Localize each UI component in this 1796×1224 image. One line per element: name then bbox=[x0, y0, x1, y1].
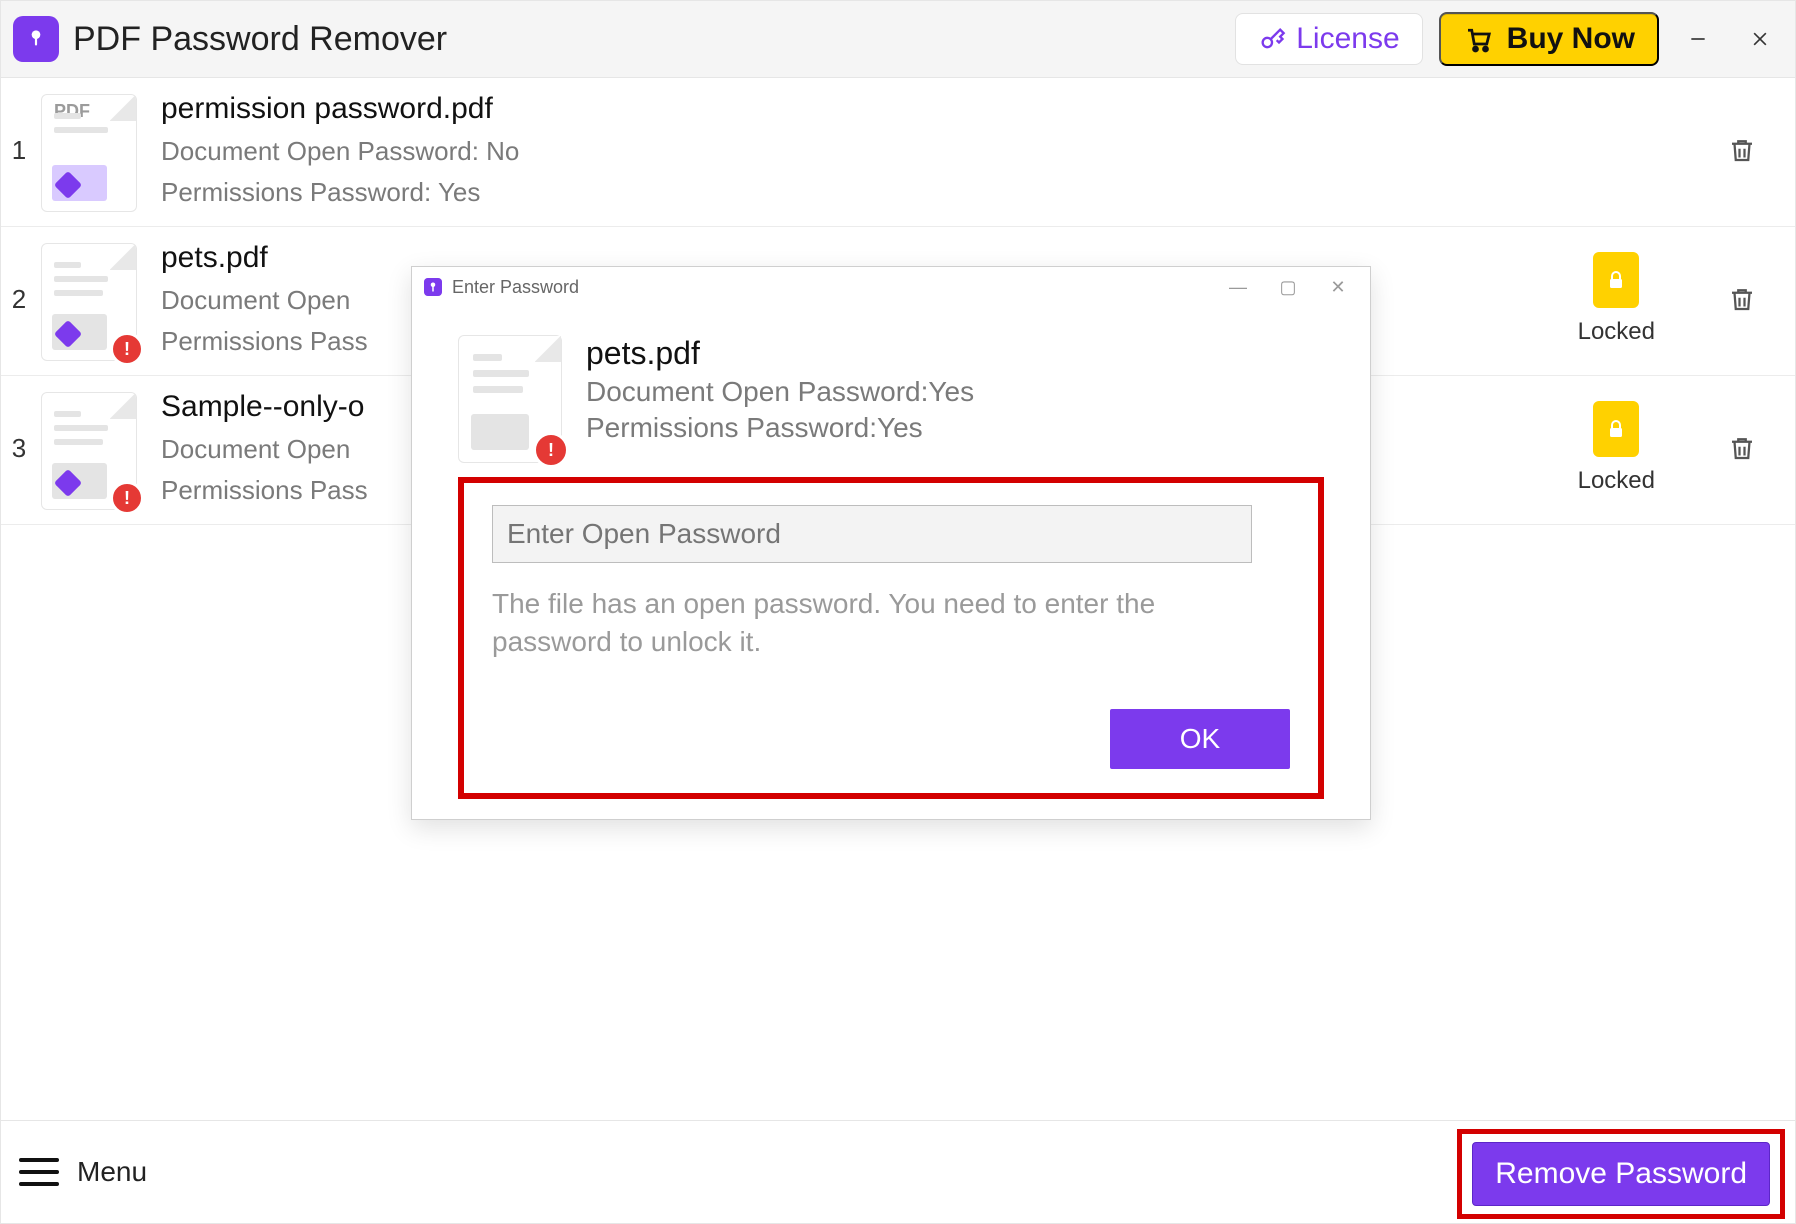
dialog-file-info: pets.pdf Document Open Password:Yes Perm… bbox=[586, 335, 974, 444]
row-actions: Locked bbox=[1578, 237, 1795, 361]
app-window: PDF Password Remover License Buy Now bbox=[0, 0, 1796, 1224]
dialog-file-name: pets.pdf bbox=[586, 335, 974, 372]
dialog-close-button[interactable]: ✕ bbox=[1318, 277, 1358, 298]
window-close-button[interactable] bbox=[1737, 16, 1783, 62]
delete-button[interactable] bbox=[1725, 130, 1759, 170]
bottombar: Menu Remove Password bbox=[0, 1120, 1796, 1224]
content-area: 1 PDF permission password.pdf Document O… bbox=[0, 78, 1796, 1120]
file-name: permission password.pdf bbox=[161, 92, 519, 126]
titlebar: PDF Password Remover License Buy Now bbox=[0, 0, 1796, 78]
remove-password-button[interactable]: Remove Password bbox=[1472, 1142, 1770, 1206]
buy-now-button[interactable]: Buy Now bbox=[1439, 12, 1659, 66]
dialog-perm-password: Permissions Password:Yes bbox=[586, 412, 974, 444]
dialog-app-icon bbox=[424, 278, 442, 296]
file-perm-password: Permissions Password: Yes bbox=[161, 177, 519, 208]
file-name: pets.pdf bbox=[161, 241, 368, 275]
dialog-title: Enter Password bbox=[452, 277, 579, 298]
app-title: PDF Password Remover bbox=[73, 20, 447, 59]
dialog-minimize-button[interactable]: — bbox=[1218, 277, 1258, 298]
delete-button[interactable] bbox=[1725, 428, 1759, 468]
locked-label: Locked bbox=[1578, 318, 1655, 346]
license-label: License bbox=[1296, 22, 1399, 56]
dialog-file-thumbnail bbox=[458, 335, 562, 463]
password-help-text: The file has an open password. You need … bbox=[492, 585, 1262, 661]
file-open-password: Document Open bbox=[161, 434, 368, 465]
locked-status: Locked bbox=[1578, 401, 1655, 495]
file-open-password: Document Open Password: No bbox=[161, 136, 519, 167]
license-button[interactable]: License bbox=[1235, 13, 1422, 65]
file-info: permission password.pdf Document Open Pa… bbox=[161, 88, 519, 212]
file-info: Sample--only-o Document Open Permissions… bbox=[161, 386, 368, 510]
dialog-body: pets.pdf Document Open Password:Yes Perm… bbox=[412, 307, 1370, 819]
buy-label: Buy Now bbox=[1507, 22, 1635, 56]
file-open-password: Document Open bbox=[161, 285, 368, 316]
locked-label: Locked bbox=[1578, 467, 1655, 495]
menu-label: Menu bbox=[77, 1156, 147, 1188]
row-index: 2 bbox=[1, 237, 31, 361]
cart-icon bbox=[1463, 24, 1493, 54]
file-info: pets.pdf Document Open Permissions Pass bbox=[161, 237, 368, 361]
file-name: Sample--only-o bbox=[161, 390, 368, 424]
key-icon bbox=[1258, 25, 1286, 53]
file-thumbnail bbox=[41, 243, 137, 361]
locked-status: Locked bbox=[1578, 252, 1655, 346]
highlight-annotation: Remove Password bbox=[1457, 1129, 1785, 1219]
file-perm-password: Permissions Pass bbox=[161, 475, 368, 506]
file-perm-password: Permissions Pass bbox=[161, 326, 368, 357]
menu-button[interactable]: Menu bbox=[19, 1156, 147, 1188]
file-thumbnail bbox=[41, 392, 137, 510]
dialog-titlebar: Enter Password — ▢ ✕ bbox=[412, 267, 1370, 307]
lock-icon bbox=[1593, 401, 1639, 457]
titlebar-right: License Buy Now bbox=[1235, 12, 1783, 66]
dialog-open-password: Document Open Password:Yes bbox=[586, 376, 974, 408]
enter-password-dialog: Enter Password — ▢ ✕ pets.pdf Document O… bbox=[411, 266, 1371, 820]
row-actions: Locked bbox=[1578, 386, 1795, 510]
ok-button[interactable]: OK bbox=[1110, 709, 1290, 769]
file-thumbnail: PDF bbox=[41, 94, 137, 212]
delete-button[interactable] bbox=[1725, 279, 1759, 319]
open-password-input[interactable] bbox=[492, 505, 1252, 563]
menu-icon bbox=[19, 1158, 59, 1186]
highlight-annotation: The file has an open password. You need … bbox=[458, 477, 1324, 799]
row-index: 1 bbox=[1, 88, 31, 212]
app-logo-icon bbox=[13, 16, 59, 62]
row-actions bbox=[1725, 88, 1795, 212]
row-index: 3 bbox=[1, 386, 31, 510]
lock-icon bbox=[1593, 252, 1639, 308]
file-row[interactable]: 1 PDF permission password.pdf Document O… bbox=[1, 78, 1795, 227]
window-minimize-button[interactable] bbox=[1675, 16, 1721, 62]
dialog-maximize-button[interactable]: ▢ bbox=[1268, 277, 1308, 298]
dialog-file-header: pets.pdf Document Open Password:Yes Perm… bbox=[458, 335, 1324, 463]
